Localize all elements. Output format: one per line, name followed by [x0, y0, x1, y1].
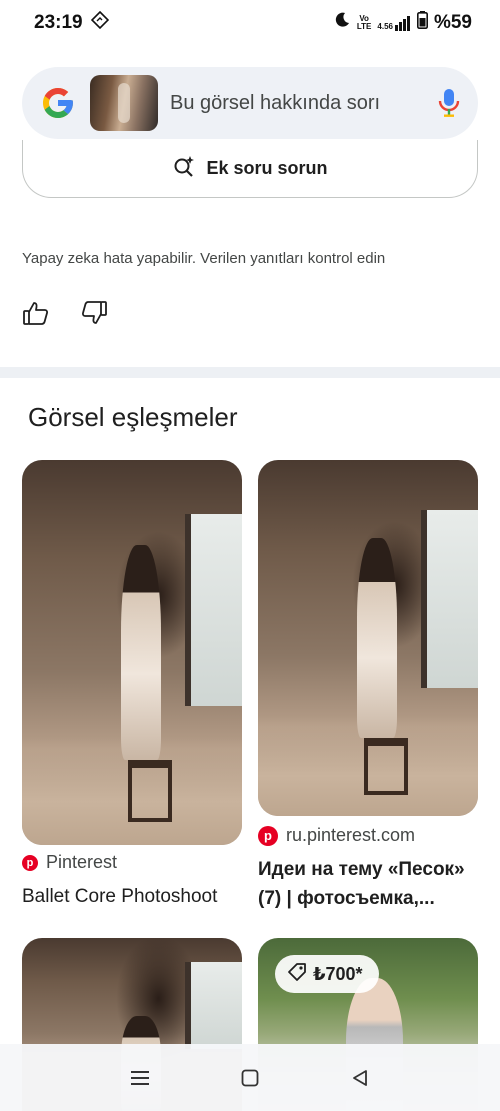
- status-right: Vo LTE 4.56 %59: [333, 11, 472, 35]
- image-figure: [121, 544, 161, 761]
- match-title-2-line1: Идеи на тему «Песок»: [258, 859, 465, 880]
- battery-icon: [416, 11, 428, 35]
- signal-icon: 4.56: [377, 15, 411, 31]
- match-source-1-label: Pinterest: [46, 852, 118, 872]
- image-chair: [363, 737, 408, 795]
- image-window: [184, 962, 242, 1049]
- match-title-2[interactable]: Идеи на тему «Песок» (7) | фотосъемка,..…: [258, 855, 465, 913]
- match-image-1[interactable]: [22, 460, 242, 845]
- match-image-2[interactable]: [258, 460, 478, 816]
- status-left: 23:19: [34, 10, 109, 35]
- price-value: ₺700*: [313, 963, 363, 984]
- price-badge: ₺700*: [275, 955, 379, 993]
- match-source-1[interactable]: p Pinterest: [22, 852, 117, 873]
- query-image-thumbnail[interactable]: [90, 75, 158, 131]
- menu-icon[interactable]: [125, 1063, 155, 1093]
- ask-followup-label: Ek soru sorun: [206, 158, 328, 178]
- image-window: [420, 509, 478, 688]
- search-bar[interactable]: Bu görsel hakkında sorı: [22, 67, 478, 139]
- search-input[interactable]: Bu görsel hakkında sorı: [170, 92, 402, 115]
- section-divider: [0, 367, 500, 378]
- status-bar: 23:19 Vo LTE 4.56 %59: [0, 0, 500, 46]
- google-logo[interactable]: [40, 85, 76, 121]
- battery-percent: %59: [433, 12, 472, 33]
- signal-speed: 4.56: [377, 22, 393, 31]
- sparkle-search-icon: [172, 154, 196, 183]
- thumbs-up-icon[interactable]: [22, 299, 50, 327]
- price-tag-icon: [287, 962, 307, 987]
- image-window: [184, 513, 242, 707]
- mic-icon[interactable]: [438, 88, 460, 118]
- match-source-2-label: ru.pinterest.com: [286, 825, 416, 845]
- pinterest-icon: p: [22, 854, 38, 871]
- match-source-2[interactable]: p ru.pinterest.com: [258, 825, 415, 846]
- visual-matches-title: Görsel eşleşmeler: [28, 402, 238, 432]
- volte-indicator: Vo LTE: [357, 15, 372, 31]
- image-figure: [357, 538, 397, 738]
- moon-icon: [333, 11, 351, 35]
- alarm-icon: [90, 10, 109, 35]
- match-title-1[interactable]: Ballet Core Photoshoot: [22, 882, 217, 911]
- back-icon[interactable]: [345, 1063, 375, 1093]
- match-title-2-line2: (7) | фотосъемка,...: [258, 888, 435, 909]
- status-time: 23:19: [34, 12, 83, 33]
- ai-disclaimer: Yapay zeka hata yapabilir. Verilen yanıt…: [22, 250, 386, 267]
- home-icon[interactable]: [235, 1063, 265, 1093]
- thumbs-down-icon[interactable]: [80, 299, 108, 327]
- system-nav-bar: [0, 1044, 500, 1111]
- ask-followup-button[interactable]: Ek soru sorun: [22, 140, 478, 198]
- image-chair: [127, 760, 172, 822]
- volte-bottom: LTE: [356, 22, 372, 31]
- pinterest-icon: p: [258, 825, 278, 846]
